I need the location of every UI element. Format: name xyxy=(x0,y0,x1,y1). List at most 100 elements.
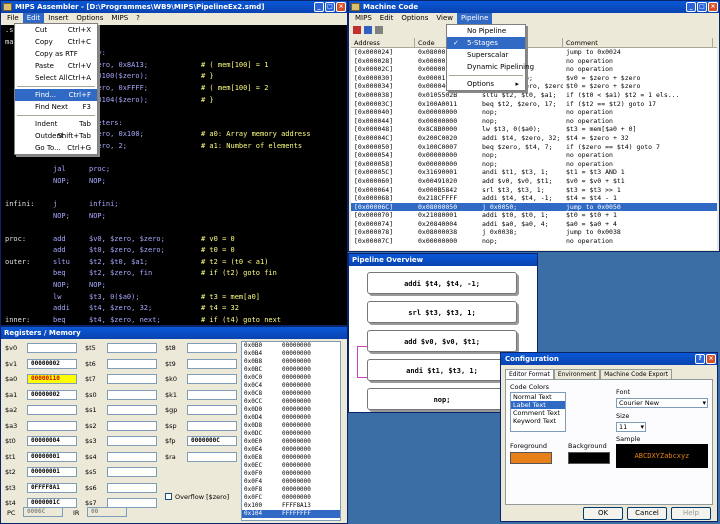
edit-menu-item[interactable]: Find... Ctrl+F xyxy=(15,89,97,101)
step-icon[interactable] xyxy=(364,26,372,34)
menu-pipeline[interactable]: Pipeline xyxy=(456,13,493,24)
register-value[interactable] xyxy=(187,451,237,462)
menu-mips[interactable]: MIPS xyxy=(107,13,132,24)
close-icon[interactable]: × xyxy=(708,2,718,12)
table-row[interactable]: [0x000078] 0x08000038 j 0x0038; jump to 0x0… xyxy=(351,228,717,237)
menu-view[interactable]: View xyxy=(432,13,457,24)
table-row[interactable]: [0x000044] 0x00000000 nop; no operation xyxy=(351,117,717,126)
register-value[interactable] xyxy=(187,389,237,400)
register-value[interactable]: 00000001 xyxy=(27,451,77,462)
edit-menu-item[interactable]: Find Next F3 xyxy=(15,101,97,113)
machine-titlebar[interactable]: Machine Code _ □ × xyxy=(349,1,719,13)
stop-icon[interactable] xyxy=(375,26,383,34)
color-list-item[interactable]: Keyword Text xyxy=(511,417,565,425)
pipeline-menu-item[interactable]: Superscalar xyxy=(447,49,525,61)
color-list-item[interactable]: Normal Text xyxy=(511,393,565,401)
register-value[interactable] xyxy=(187,358,237,369)
pipeline-stage[interactable]: nop; xyxy=(367,388,517,410)
pipeline-menu-item[interactable]: No Pipeline xyxy=(447,25,525,37)
register-value[interactable] xyxy=(107,436,157,446)
registers-titlebar[interactable]: Registers / Memory xyxy=(1,327,347,339)
table-row[interactable]: [0x00003C] 0x100A0011 beq $t2, $zero, 17; i… xyxy=(351,100,717,109)
pipeline-menu-item[interactable]: Dynamic Pipelining xyxy=(447,61,534,73)
register-value[interactable] xyxy=(187,420,237,431)
tab-editor-format[interactable]: Editor Format xyxy=(505,369,554,379)
menu-q[interactable]: ? xyxy=(132,13,144,24)
table-row[interactable]: [0x000038] 0x0105502B sltu $t2, $t0, $a1; i… xyxy=(351,91,717,100)
menu-mips[interactable]: MIPS xyxy=(351,13,376,24)
column-header[interactable]: Address xyxy=(351,38,415,47)
size-select[interactable]: 11 xyxy=(616,422,646,432)
maximize-icon[interactable]: □ xyxy=(325,2,335,12)
register-value[interactable] xyxy=(107,405,157,415)
menu-edit[interactable]: Edit xyxy=(376,13,398,24)
register-value[interactable] xyxy=(107,467,157,477)
register-value[interactable] xyxy=(27,343,77,353)
table-row[interactable]: [0x000054] 0x00000000 nop; no operation xyxy=(351,151,717,160)
register-value[interactable]: 00000004 xyxy=(27,436,77,446)
ok-button[interactable]: OK xyxy=(583,507,623,520)
table-row[interactable]: [0x000060] 0x00491020 add $v0, $v0, $t1; $v… xyxy=(351,177,717,186)
font-select[interactable]: Courier New xyxy=(616,398,708,408)
tab-machine-code-export[interactable]: Machine Code Export xyxy=(600,369,673,379)
table-row[interactable]: [0x000074] 0x20840004 addi $a0, $a0, 4; $a0… xyxy=(351,220,717,229)
config-titlebar[interactable]: Configuration ? × xyxy=(501,353,717,365)
menu-options[interactable]: Options xyxy=(397,13,432,24)
table-row[interactable]: [0x000058] 0x00000000 nop; no operation xyxy=(351,160,717,169)
register-value[interactable]: 00000002 xyxy=(27,389,77,400)
column-header[interactable]: Comment xyxy=(563,38,713,47)
pipeline-stage[interactable]: srl $t3, $t3, 1; xyxy=(367,301,517,323)
register-value[interactable] xyxy=(107,358,157,369)
register-value[interactable] xyxy=(107,389,157,400)
help-icon[interactable]: ? xyxy=(695,354,705,364)
register-value[interactable] xyxy=(187,374,237,384)
minimize-icon[interactable]: _ xyxy=(314,2,324,12)
close-icon[interactable]: × xyxy=(336,2,346,12)
table-row[interactable]: [0x000034]0x00004020add $t0, $zero, $zer… xyxy=(351,82,717,91)
table-row[interactable]: [0x00006C] 0x08000050 j 0x0050; jump to 0x0… xyxy=(351,202,717,212)
register-value[interactable]: 00000002 xyxy=(27,358,77,369)
register-value[interactable] xyxy=(107,343,157,353)
color-list-item[interactable]: Label Text xyxy=(511,401,565,409)
table-row[interactable]: [0x000048] 0x8C8B0000 lw $t3, 0($a0); $t3 =… xyxy=(351,125,717,134)
pipeline-stage[interactable]: andi $t1, $t3, 1; xyxy=(367,359,517,381)
register-value[interactable] xyxy=(107,374,157,384)
edit-menu-item[interactable]: Copy Ctrl+C xyxy=(15,36,97,48)
table-row[interactable]: [0x000070] 0x21080001 addi $t0, $t0, 1; $t0… xyxy=(351,211,717,220)
pipeline-stage[interactable]: add $v0, $v0, $t1; xyxy=(367,330,517,352)
edit-menu-item[interactable]: Paste Ctrl+V xyxy=(15,60,97,72)
cancel-button[interactable]: Cancel xyxy=(627,507,667,520)
table-row[interactable]: [0x000040] 0x00000000 nop; no operation xyxy=(351,108,717,117)
overflow-checkbox[interactable] xyxy=(165,493,172,500)
table-row[interactable]: [0x00005C] 0x31690001 andi $t1, $t3, 1; $t1… xyxy=(351,168,717,177)
table-row[interactable]: [0x00007C] 0x00000000 nop; no operation xyxy=(351,237,717,246)
edit-menu-item[interactable]: Copy as RTF xyxy=(15,48,97,60)
close-icon[interactable]: × xyxy=(706,354,716,364)
minimize-icon[interactable]: _ xyxy=(686,2,696,12)
edit-menu-item[interactable]: Select All Ctrl+A xyxy=(15,72,97,84)
register-value[interactable] xyxy=(107,420,157,431)
register-value[interactable] xyxy=(27,420,77,431)
edit-menu-item[interactable]: Go To... Ctrl+G xyxy=(15,142,97,154)
tab-environment[interactable]: Environment xyxy=(553,369,601,379)
register-value[interactable]: 0FFFF8A1 xyxy=(27,482,77,493)
pipeline-stage[interactable]: addi $t4, $t4, -1; xyxy=(367,272,517,294)
code-colors-list[interactable]: Normal Text Label Text Comment Text Keyword… xyxy=(510,392,566,432)
color-list-item[interactable]: Comment Text xyxy=(511,409,565,417)
foreground-color-swatch[interactable] xyxy=(510,452,552,464)
background-color-swatch[interactable] xyxy=(568,452,610,464)
register-value[interactable] xyxy=(187,405,237,415)
pipeline-menu-item[interactable]: 5-Stages ✓ xyxy=(447,37,525,49)
register-value[interactable] xyxy=(107,482,157,493)
table-row[interactable]: [0x000030]0x00001$zero, $zero;$v0 = $zer… xyxy=(351,74,717,83)
edit-menu-item[interactable]: Cut Ctrl+X xyxy=(15,24,97,36)
help-button[interactable]: Help xyxy=(671,507,711,520)
table-row[interactable]: [0x000050] 0x100C0007 beq $zero, $t4, 7; if… xyxy=(351,143,717,152)
edit-menu-item[interactable]: Outdent Shift+Tab xyxy=(15,130,97,142)
register-value[interactable]: 00000001 xyxy=(27,467,77,477)
memory-list[interactable]: 0x0B0 00000000 0x0B4 00000000 0x0B8 00000000 0… xyxy=(241,341,341,521)
pipeline-menu-item[interactable]: Options ▸ xyxy=(447,78,525,90)
register-value[interactable]: 00000110 xyxy=(27,374,77,384)
register-value[interactable] xyxy=(107,451,157,462)
table-row[interactable]: [0x000024] 0x08000 jump to 0x0024 xyxy=(351,48,717,57)
